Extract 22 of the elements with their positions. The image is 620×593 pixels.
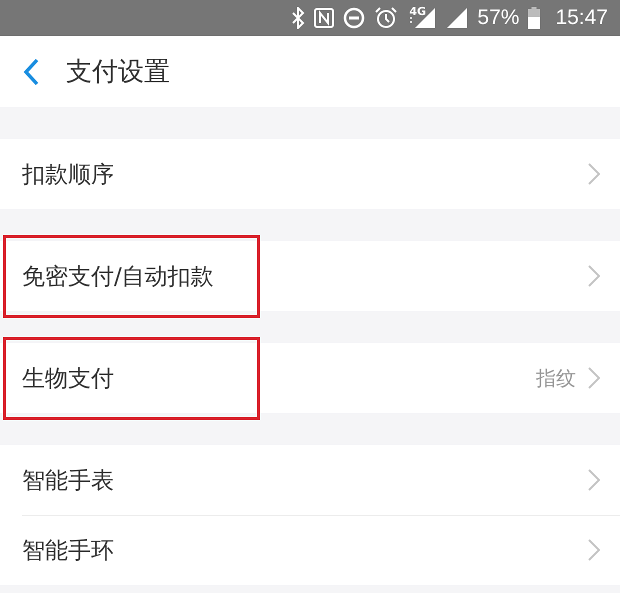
- alarm-clock-icon: [374, 6, 398, 30]
- settings-row[interactable]: 智能手环: [0, 515, 620, 585]
- battery-percentage: 57%: [477, 6, 520, 30]
- chevron-right-icon: [588, 265, 600, 287]
- do-not-disturb-icon: [343, 7, 366, 29]
- clock-time: 15:47: [555, 6, 608, 30]
- chevron-right-icon: [588, 163, 600, 185]
- nfc-icon: [314, 8, 334, 28]
- chevron-right-icon: [588, 469, 600, 491]
- settings-row[interactable]: 扣款顺序: [0, 139, 620, 209]
- chevron-right-icon: [588, 539, 600, 561]
- battery-icon: [528, 7, 540, 29]
- settings-row[interactable]: 智能手表: [0, 445, 620, 515]
- network-type: 4G: [409, 5, 426, 18]
- settings-row[interactable]: 生物支付 指纹: [0, 343, 620, 413]
- back-button[interactable]: [22, 58, 40, 86]
- row-value: 指纹: [536, 364, 576, 392]
- settings-row[interactable]: 免密支付/自动扣款: [0, 241, 620, 311]
- page-title: 支付设置: [66, 56, 170, 89]
- chevron-right-icon: [588, 367, 600, 389]
- bluetooth-icon: [291, 7, 306, 29]
- signal-icon: [446, 7, 468, 29]
